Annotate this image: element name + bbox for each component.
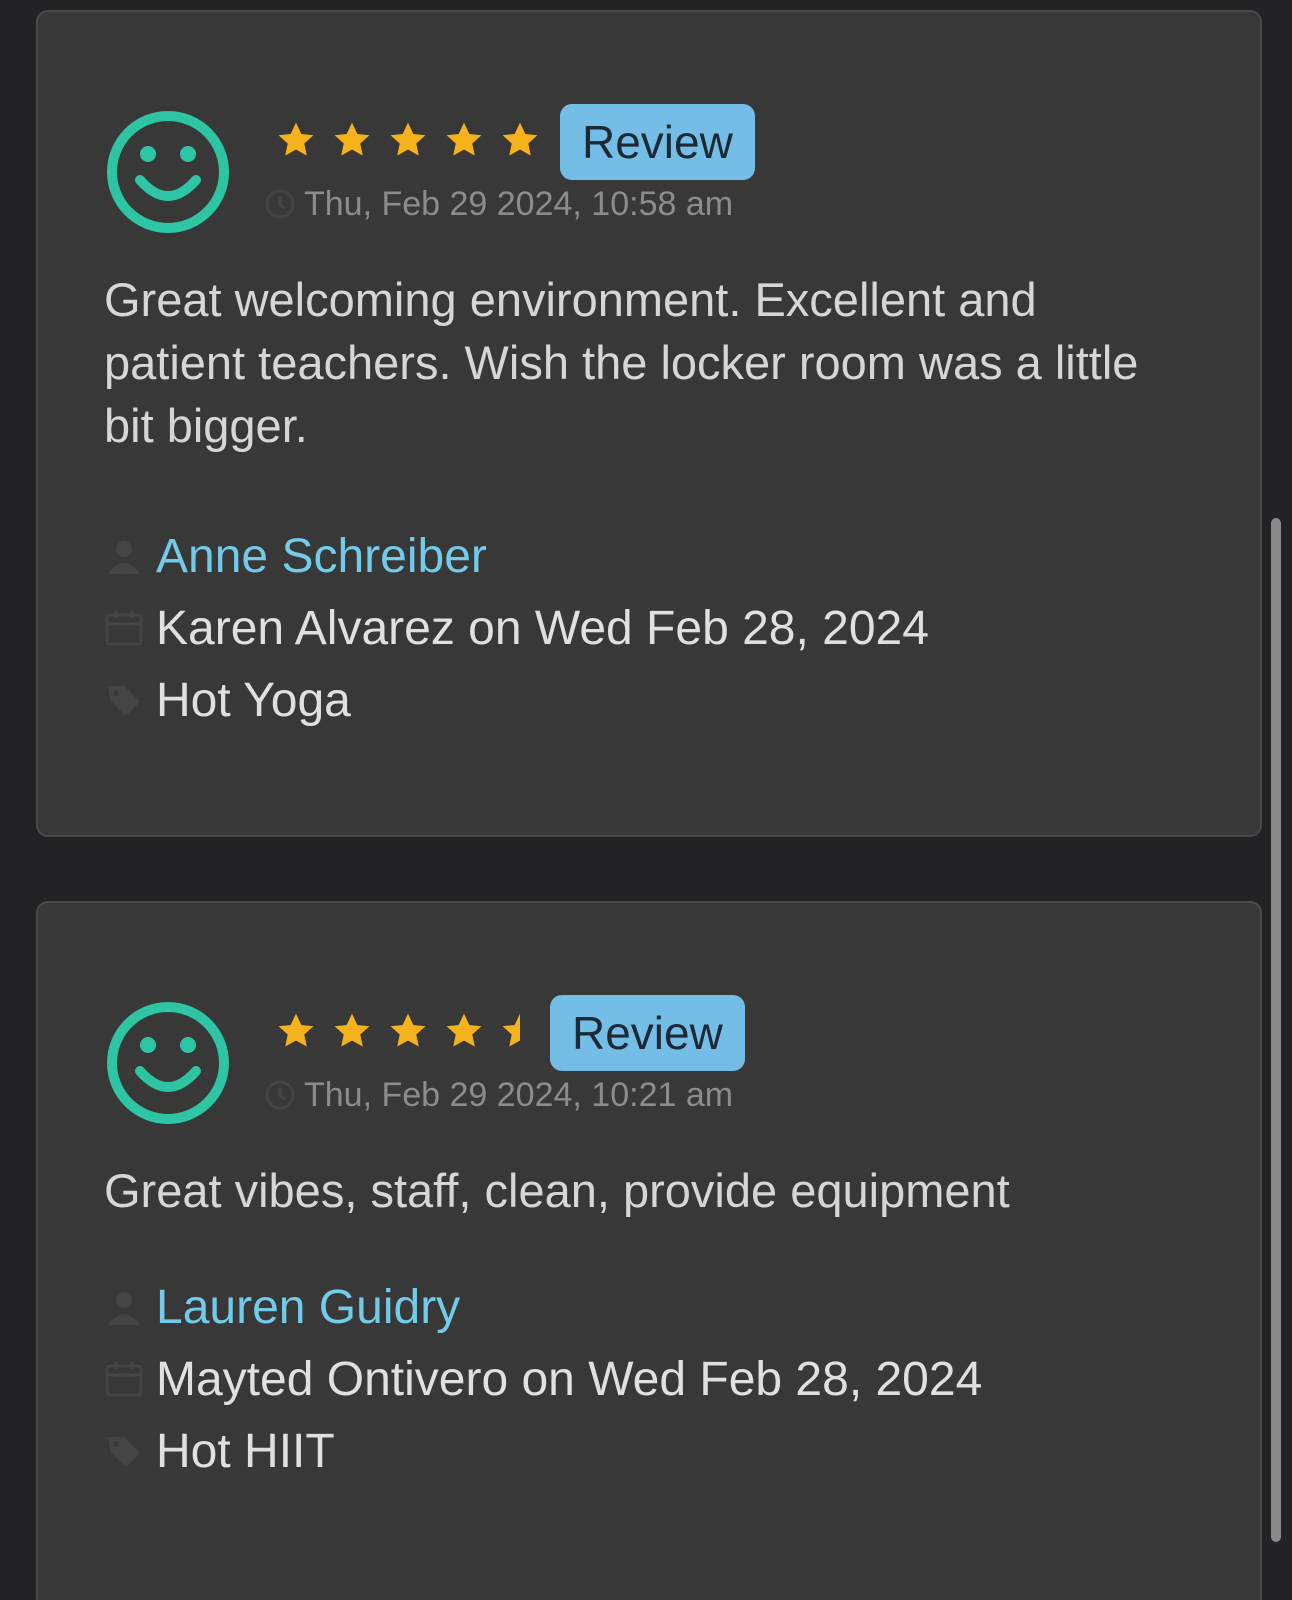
client-row: Anne Schreiber — [104, 524, 487, 588]
star-icon — [442, 118, 486, 162]
client-name-link[interactable]: Lauren Guidry — [156, 1280, 460, 1335]
reviews-page: Review Thu, Feb 29 2024, 10:58 am Great … — [0, 0, 1292, 1600]
half-star-icon — [498, 1009, 542, 1053]
review-badge[interactable]: Review — [550, 995, 745, 1071]
star-icon — [498, 118, 542, 162]
calendar-icon — [104, 1359, 144, 1399]
review-card: Review Thu, Feb 29 2024, 10:58 am Great … — [36, 10, 1262, 837]
class-row: Mayted Ontivero on Wed Feb 28, 2024 — [104, 1347, 982, 1411]
person-icon — [104, 1287, 144, 1327]
star-icon — [442, 1009, 486, 1053]
calendar-icon — [104, 608, 144, 648]
smiley-face-icon — [104, 108, 232, 236]
smiley-face-icon — [104, 999, 232, 1127]
review-badge[interactable]: Review — [560, 104, 755, 180]
category-row: Hot Yoga — [104, 668, 351, 732]
clock-icon — [264, 1079, 304, 1111]
scrollbar[interactable] — [1271, 518, 1281, 1542]
category-row: Hot HIIT — [104, 1419, 335, 1483]
class-row: Karen Alvarez on Wed Feb 28, 2024 — [104, 596, 929, 660]
class-info: Mayted Ontivero on Wed Feb 28, 2024 — [156, 1352, 983, 1406]
class-name: Hot HIIT — [156, 1424, 335, 1478]
tag-icon — [104, 1431, 144, 1471]
client-name-link[interactable]: Anne Schreiber — [156, 529, 487, 584]
review-card: Review Thu, Feb 29 2024, 10:21 am Great … — [36, 901, 1262, 1600]
review-timestamp: Thu, Feb 29 2024, 10:58 am — [264, 180, 733, 228]
star-rating — [274, 1003, 542, 1059]
star-rating — [274, 112, 542, 168]
star-icon — [386, 118, 430, 162]
review-timestamp: Thu, Feb 29 2024, 10:21 am — [264, 1071, 733, 1119]
clock-icon — [264, 188, 304, 220]
client-row: Lauren Guidry — [104, 1275, 460, 1339]
timestamp-text: Thu, Feb 29 2024, 10:21 am — [304, 1075, 734, 1114]
class-name: Hot Yoga — [156, 673, 351, 727]
star-icon — [274, 1009, 318, 1053]
review-text: Great welcoming environment. Excellent a… — [104, 273, 1139, 452]
person-icon — [104, 536, 144, 576]
star-icon — [330, 118, 374, 162]
star-icon — [330, 1009, 374, 1053]
class-info: Karen Alvarez on Wed Feb 28, 2024 — [156, 601, 929, 655]
star-icon — [274, 118, 318, 162]
star-icon — [386, 1009, 430, 1053]
tag-icon — [104, 680, 144, 720]
timestamp-text: Thu, Feb 29 2024, 10:58 am — [304, 184, 734, 223]
review-text: Great vibes, staff, clean, provide equip… — [104, 1164, 1010, 1217]
